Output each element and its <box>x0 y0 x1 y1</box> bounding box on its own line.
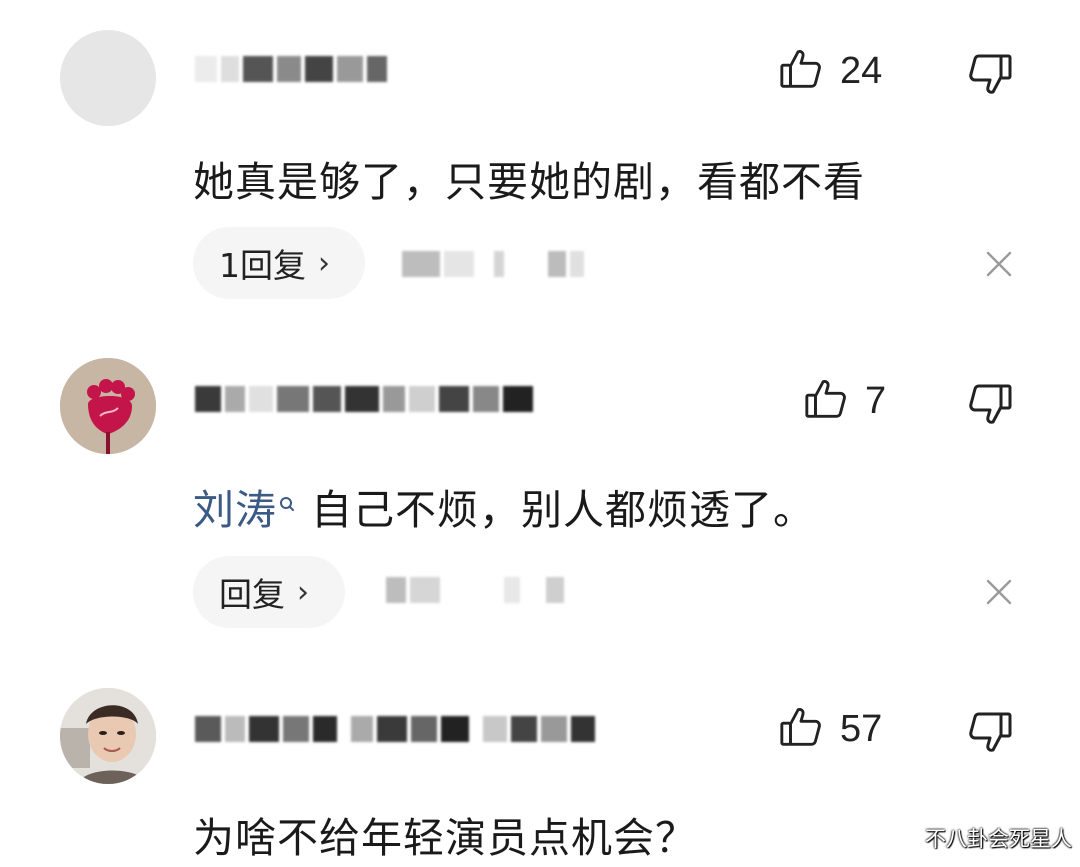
search-icon[interactable] <box>279 480 295 511</box>
blur-block <box>494 251 504 277</box>
blur-block <box>503 386 533 412</box>
like-count: 57 <box>840 707 883 750</box>
chevron-right-icon: › <box>297 574 309 610</box>
blur-block <box>439 386 469 412</box>
blur-block <box>377 716 407 742</box>
like-button[interactable]: 7 <box>803 376 886 426</box>
thumbs-down-icon <box>966 712 1014 760</box>
like-button[interactable]: 57 <box>778 704 882 754</box>
thumbs-up-icon <box>803 376 849 426</box>
avatar[interactable] <box>60 688 156 784</box>
blur-block <box>402 251 440 277</box>
like-count: 24 <box>840 49 883 92</box>
blur-block <box>511 716 537 742</box>
avatar[interactable] <box>60 358 156 454</box>
thumbs-up-icon <box>778 46 824 96</box>
blur-block <box>313 386 341 412</box>
watermark: 不八卦会死星人 <box>925 827 1072 851</box>
username-blurred[interactable] <box>195 52 391 86</box>
close-button[interactable] <box>985 578 1013 606</box>
comment-body: 自己不烦，别人都烦透了。 <box>311 486 815 534</box>
blur-block <box>571 716 595 742</box>
dislike-button[interactable] <box>966 380 1014 428</box>
blur-block <box>410 577 440 603</box>
blur-block <box>225 386 245 412</box>
blur-block <box>409 386 435 412</box>
blur-block <box>546 577 564 603</box>
blur-block <box>351 716 373 742</box>
dislike-button[interactable] <box>966 708 1014 756</box>
blur-block <box>473 386 499 412</box>
blur-block <box>483 716 507 742</box>
blur-block <box>221 56 239 82</box>
close-button[interactable] <box>985 250 1013 278</box>
avatar[interactable] <box>60 30 156 126</box>
close-icon <box>985 579 1013 610</box>
blur-block <box>277 386 309 412</box>
blur-block <box>305 56 333 82</box>
blur-block <box>277 56 301 82</box>
blur-block <box>504 577 520 603</box>
like-count: 7 <box>865 379 887 422</box>
close-icon <box>985 251 1013 282</box>
blur-block <box>249 386 273 412</box>
blur-block <box>367 56 387 82</box>
blur-block <box>195 716 221 742</box>
blur-block <box>313 716 337 742</box>
reply-button[interactable]: 1回复 › <box>193 227 365 299</box>
reply-label: 1回复 <box>219 246 306 285</box>
blur-block <box>195 386 221 412</box>
username-blurred[interactable] <box>195 382 537 416</box>
comment-text: 她真是够了，只要她的剧，看都不看 <box>193 158 865 206</box>
blur-block <box>386 577 406 603</box>
blur-block <box>383 386 405 412</box>
blur-block <box>444 251 474 277</box>
timestamp-blurred <box>386 576 568 604</box>
reply-label: 回复 <box>219 575 285 614</box>
blur-block <box>345 386 379 412</box>
thumbs-down-icon <box>966 54 1014 102</box>
flower-avatar-image <box>60 358 156 454</box>
timestamp-blurred <box>402 250 588 278</box>
blur-block <box>337 56 363 82</box>
mention-link[interactable]: 刘涛 <box>193 486 277 534</box>
comment-text: 为啥不给年轻演员点机会？ <box>193 814 697 862</box>
dislike-button[interactable] <box>966 50 1014 98</box>
blur-block <box>225 716 245 742</box>
chevron-right-icon: › <box>318 245 330 281</box>
portrait-avatar-image <box>60 688 156 784</box>
blur-block <box>541 716 567 742</box>
blur-block <box>249 716 279 742</box>
comment-text: 刘涛 自己不烦，别人都烦透了。 <box>193 476 815 536</box>
blur-block <box>570 251 584 277</box>
blur-block <box>411 716 437 742</box>
blur-block <box>283 716 309 742</box>
thumbs-down-icon <box>966 384 1014 432</box>
blur-block <box>441 716 469 742</box>
blur-block <box>243 56 273 82</box>
thumbs-up-icon <box>778 704 824 754</box>
blur-block <box>548 251 566 277</box>
like-button[interactable]: 24 <box>778 46 882 96</box>
blur-block <box>195 56 217 82</box>
username-blurred[interactable] <box>195 712 599 746</box>
reply-button[interactable]: 回复 › <box>193 556 345 628</box>
